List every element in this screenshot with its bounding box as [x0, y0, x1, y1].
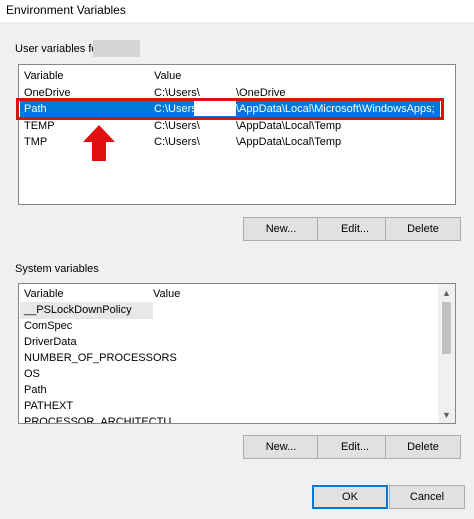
value-suffix: \AppData\Local\Microsoft\WindowsApps;	[236, 103, 435, 115]
column-header-variable[interactable]: Variable	[24, 70, 64, 82]
user-delete-button[interactable]: Delete	[385, 217, 461, 241]
variable-name: NUMBER_OF_PROCESSORS	[24, 352, 177, 364]
variable-name: OS	[24, 368, 40, 380]
variable-name: ComSpec	[24, 320, 73, 332]
ok-button[interactable]: OK	[312, 485, 388, 509]
variable-name: __PSLockDownPolicy	[24, 304, 132, 316]
redacted-path-username	[194, 101, 236, 116]
title-bar: Environment Variables	[0, 0, 474, 22]
scroll-down-icon[interactable]: ▼	[438, 406, 455, 423]
variable-name: TMP	[24, 136, 48, 148]
vertical-scrollbar[interactable]: ▲ ▼	[438, 284, 455, 423]
system-new-button[interactable]: New...	[243, 435, 319, 459]
system-var-row[interactable]: NUMBER_OF_PROCESSORS	[20, 350, 438, 367]
variable-name: OneDrive	[24, 87, 71, 99]
scroll-thumb[interactable]	[442, 302, 451, 354]
window-title: Environment Variables	[6, 3, 126, 17]
value-prefix: C:\Users\	[154, 136, 200, 148]
variable-name: PATHEXT	[24, 400, 74, 412]
system-var-row[interactable]: __PSLockDownPolicy	[20, 302, 153, 319]
value-prefix: C:\Users\	[154, 103, 200, 115]
user-new-button[interactable]: New...	[243, 217, 319, 241]
value-prefix: C:\Users\	[154, 120, 200, 132]
redacted-username	[93, 40, 140, 57]
value-suffix: \AppData\Local\Temp	[236, 136, 342, 148]
value-suffix: \AppData\Local\Temp	[236, 120, 342, 132]
scroll-up-icon[interactable]: ▲	[438, 284, 455, 301]
user-edit-button[interactable]: Edit...	[317, 217, 393, 241]
system-var-row[interactable]: Path	[20, 382, 438, 399]
system-var-row[interactable]: PATHEXT	[20, 398, 438, 415]
cancel-button[interactable]: Cancel	[389, 485, 465, 509]
value-suffix: \OneDrive	[236, 87, 286, 99]
column-header-variable[interactable]: Variable	[24, 288, 64, 300]
system-variables-label: System variables	[15, 263, 99, 275]
user-variables-label: User variables for	[15, 43, 102, 55]
variable-name: Path	[24, 384, 47, 396]
column-header-value[interactable]: Value	[153, 288, 180, 300]
system-var-row[interactable]: PROCESSOR_ARCHITECTU...	[20, 414, 438, 424]
system-delete-button[interactable]: Delete	[385, 435, 461, 459]
system-variables-list[interactable]: Variable Value __PSLockDownPolicy ComSpe…	[18, 283, 456, 424]
variable-name: TEMP	[24, 120, 55, 132]
system-edit-button[interactable]: Edit...	[317, 435, 393, 459]
variable-name: PROCESSOR_ARCHITECTU...	[24, 416, 181, 424]
system-var-row[interactable]: DriverData	[20, 334, 438, 351]
variable-name: DriverData	[24, 336, 77, 348]
value-prefix: C:\Users\	[154, 87, 200, 99]
system-var-row[interactable]: ComSpec	[20, 318, 438, 335]
system-var-row[interactable]: OS	[20, 366, 438, 383]
column-header-value[interactable]: Value	[154, 70, 181, 82]
variable-name: Path	[24, 103, 47, 115]
user-var-row-onedrive[interactable]: OneDrive C:\Users\ \OneDrive	[20, 85, 454, 102]
up-arrow-annotation-icon	[83, 125, 115, 161]
